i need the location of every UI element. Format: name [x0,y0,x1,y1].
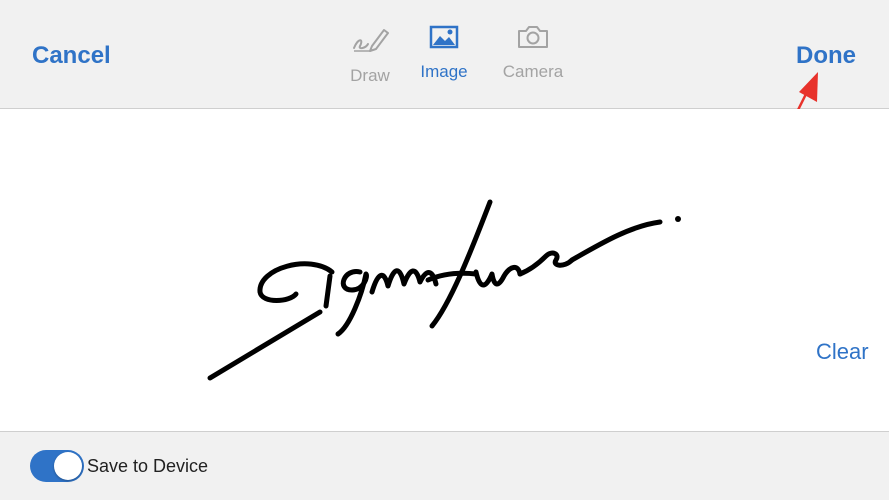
pen-icon [330,24,410,54]
save-to-device-label: Save to Device [87,456,209,476]
cancel-button[interactable]: Cancel [32,42,111,70]
tab-image[interactable]: Image [404,24,484,94]
tab-camera-label: Camera [502,62,564,81]
image-icon [404,24,484,50]
bottom-bar: Save to Device [0,431,889,500]
toggle-knob [54,452,82,480]
tab-camera[interactable]: Camera [493,24,573,94]
save-to-device-toggle[interactable] [30,450,84,482]
input-mode-tabs: Draw Image Camera [330,24,580,94]
signature-screen: Cancel Draw Image Camera Done Clear Save… [0,0,889,500]
camera-icon [493,24,573,50]
clear-button[interactable]: Clear [816,339,869,365]
top-toolbar: Cancel Draw Image Camera Done [0,0,889,109]
tab-draw[interactable]: Draw [330,24,410,94]
tab-image-label: Image [420,62,468,81]
done-button[interactable]: Done [796,42,856,70]
signature-image [207,199,681,381]
tab-draw-label: Draw [350,66,390,85]
signature-canvas[interactable]: Clear [0,109,889,431]
